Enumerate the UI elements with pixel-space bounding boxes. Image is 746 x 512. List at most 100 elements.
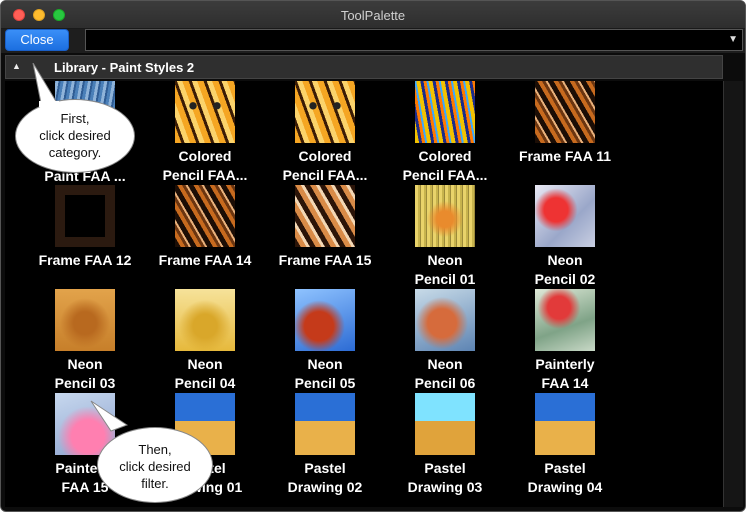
filter-thumbnail[interactable] [295, 81, 355, 143]
window-title: ToolPalette [340, 8, 406, 23]
filter-tile-label-line1: Painterly [535, 356, 595, 372]
callout-line: click desired [39, 128, 111, 143]
filter-thumbnail[interactable] [415, 289, 475, 351]
filter-tile-label-line2: Pencil 03 [54, 375, 116, 391]
filter-tile-label-line1: Neon [67, 356, 103, 372]
filter-tile-label-line2: Pencil 05 [294, 375, 356, 391]
callout-category-hint: First, click desired category. [15, 99, 135, 173]
filter-thumbnail[interactable] [415, 185, 475, 247]
filter-tile-label-line2: Pencil FAA... [162, 167, 248, 183]
filter-tile-label-line1: Frame FAA 15 [278, 252, 372, 268]
filter-tile-label-line1: Pastel [424, 460, 466, 476]
filter-thumbnail[interactable] [295, 393, 355, 455]
filter-tile-label: Neon Pencil 05 [261, 355, 389, 393]
title-bar[interactable]: ToolPalette [1, 1, 745, 29]
filter-thumbnail[interactable] [415, 393, 475, 455]
filter-tile-label-line1: Frame FAA 11 [518, 148, 612, 164]
filter-tile[interactable]: Neon Pencil 06 [385, 289, 505, 393]
filter-tile-label: Colored Pencil FAA... [141, 147, 269, 185]
filter-tile-label-line1: Colored [418, 148, 472, 164]
disclosure-triangle-icon[interactable]: ▲ [12, 61, 21, 71]
filter-tile-label-line1: Colored [178, 148, 232, 164]
callout-line: filter. [141, 476, 169, 491]
filter-tile-label-line1: Colored [298, 148, 352, 164]
filter-tile-label: Colored Pencil FAA... [261, 147, 389, 185]
filter-thumbnail[interactable] [535, 81, 595, 143]
filter-tile-label-line2: Pencil 01 [414, 271, 476, 287]
callout-line: click desired [119, 459, 191, 474]
filter-thumbnail[interactable] [175, 289, 235, 351]
callout-line: Then, [138, 442, 172, 457]
filter-tile[interactable]: Neon Pencil 01 [385, 185, 505, 289]
filter-tile[interactable]: Colored Pencil FAA... [145, 81, 265, 185]
filter-tile-label-line1: Pastel [304, 460, 346, 476]
filter-tile[interactable]: Neon Pencil 03 [25, 289, 145, 393]
filter-tile[interactable]: Neon Pencil 04 [145, 289, 265, 393]
filter-tile[interactable]: Frame FAA 14 [145, 185, 265, 289]
filter-tile-label: Frame FAA 14 [141, 251, 269, 270]
filter-tile-label-line2: Pencil 06 [414, 375, 476, 391]
filter-tile-label: Pastel Drawing 04 [501, 459, 629, 497]
toolbar: Close ▼ [1, 29, 745, 53]
filter-tile[interactable]: Pastel Drawing 03 [385, 393, 505, 497]
filter-tile-label: Frame FAA 15 [261, 251, 389, 270]
filter-tile-label: Neon Pencil 03 [21, 355, 149, 393]
callout-pointer [32, 63, 59, 107]
filter-tile-label: Frame FAA 11 [501, 147, 629, 166]
filter-tile-label-line1: Neon [547, 252, 583, 268]
filter-tile[interactable]: Painterly FAA 14 [505, 289, 625, 393]
callout-pointer [90, 400, 129, 432]
filter-tile[interactable]: Frame FAA 12 [25, 185, 145, 289]
filter-thumbnail[interactable] [175, 81, 235, 143]
chevron-down-icon[interactable]: ▼ [728, 34, 738, 45]
library-category-header[interactable]: ▲ Library - Paint Styles 2 [5, 55, 723, 79]
filter-tile-label-line2: Drawing 03 [407, 479, 483, 495]
filter-combobox[interactable]: ▼ [85, 29, 743, 51]
filter-tile-label: Neon Pencil 01 [381, 251, 509, 289]
library-title: Library - Paint Styles 2 [54, 60, 195, 75]
filter-thumbnail[interactable] [55, 289, 115, 351]
filter-thumbnail[interactable] [55, 185, 115, 247]
filter-tile-label-line1: Frame FAA 12 [38, 252, 132, 268]
filter-thumbnail[interactable] [295, 185, 355, 247]
filter-tile-label-line1: Neon [427, 252, 463, 268]
filter-tile[interactable]: Frame FAA 11 [505, 81, 625, 185]
filter-tile-label-line2: Drawing 02 [287, 479, 363, 495]
filter-tile-label: Neon Pencil 06 [381, 355, 509, 393]
filter-tile[interactable]: Colored Pencil FAA... [385, 81, 505, 185]
vertical-scrollbar[interactable] [723, 81, 743, 507]
filter-tile[interactable]: Pastel Drawing 04 [505, 393, 625, 497]
filter-thumbnail[interactable] [175, 185, 235, 247]
filter-tile[interactable]: Neon Pencil 02 [505, 185, 625, 289]
filter-tile-label-line2: Pencil 04 [174, 375, 236, 391]
filter-tile-label-line1: Frame FAA 14 [158, 252, 252, 268]
filter-tile-label: Neon Pencil 04 [141, 355, 269, 393]
filter-tile-label: Pastel Drawing 03 [381, 459, 509, 497]
filter-tile-label-line2: Pencil FAA... [402, 167, 488, 183]
filter-tile-label: Colored Pencil FAA... [381, 147, 509, 185]
filter-tile-label-line2: Drawing 04 [527, 479, 603, 495]
filter-thumbnail[interactable] [295, 289, 355, 351]
close-button[interactable]: Close [5, 29, 69, 51]
filter-tile-label-line1: Pastel [544, 460, 586, 476]
filter-tile-label-line2: Pencil 02 [534, 271, 596, 287]
filter-tile[interactable]: Neon Pencil 05 [265, 289, 385, 393]
filter-tile-label: Painterly FAA 14 [501, 355, 629, 393]
filter-tile-label-line1: Neon [427, 356, 463, 372]
callout-line: category. [48, 145, 102, 160]
filter-tile[interactable]: Colored Pencil FAA... [265, 81, 385, 185]
filter-tile-label: Pastel Drawing 02 [261, 459, 389, 497]
filter-tile-label-line2: FAA 14 [541, 375, 589, 391]
filter-tile-label-line1: Neon [307, 356, 343, 372]
filter-thumbnail[interactable] [415, 81, 475, 143]
filter-tile-label-line1: Neon [187, 356, 223, 372]
filter-tile[interactable]: Frame FAA 15 [265, 185, 385, 289]
filter-thumbnail[interactable] [535, 185, 595, 247]
callout-line: First, [60, 111, 90, 126]
filter-thumbnail[interactable] [535, 289, 595, 351]
tool-palette-window: ToolPalette Close ▼ ▲ Library - Paint St… [0, 0, 746, 512]
filter-tile-label: Neon Pencil 02 [501, 251, 629, 289]
filter-tile-label-line2: Pencil FAA... [282, 167, 368, 183]
filter-thumbnail[interactable] [535, 393, 595, 455]
filter-tile[interactable]: Pastel Drawing 02 [265, 393, 385, 497]
